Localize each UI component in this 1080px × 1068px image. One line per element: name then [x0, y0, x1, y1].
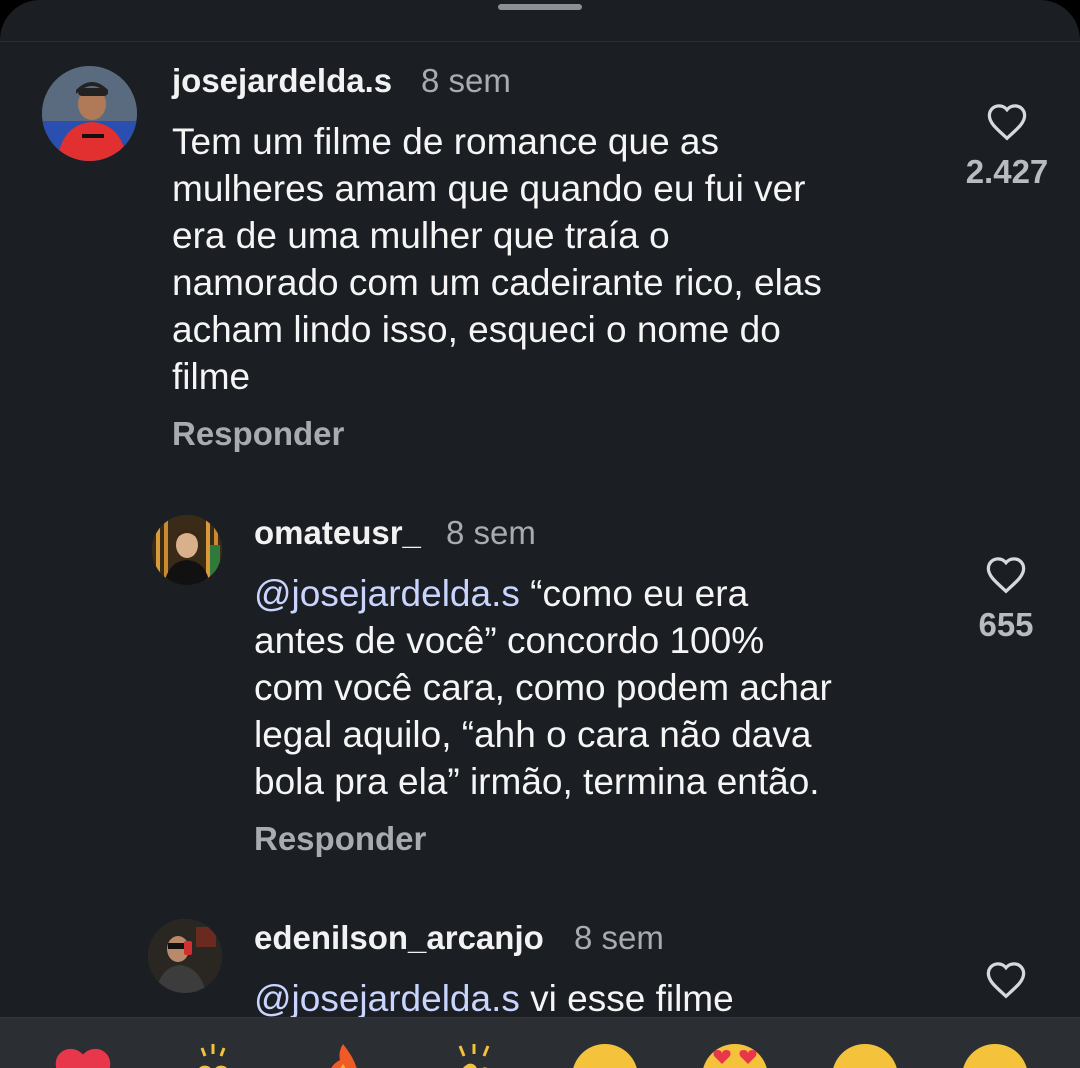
smiling-face-icon[interactable]: [572, 1044, 638, 1068]
reply-button[interactable]: Responder: [254, 820, 426, 858]
mention-link[interactable]: @josejardelda.s: [254, 978, 520, 1019]
comment-time: 8 sem: [421, 62, 511, 99]
reply-button[interactable]: Responder: [172, 415, 344, 453]
comment-username[interactable]: josejardelda.s: [172, 62, 392, 100]
heart-eyes-icon: [713, 1050, 757, 1064]
comment-text-line: legal aquilo, “ahh o cara não dava: [254, 714, 812, 755]
raising-hands-icon[interactable]: [180, 1042, 246, 1068]
red-heart-icon[interactable]: [48, 1042, 118, 1068]
mention-link[interactable]: @josejardelda.s: [254, 573, 520, 614]
comment-text: Tem um filme de romance que as mulheres …: [172, 118, 932, 400]
comment-text-line: filme: [172, 356, 251, 397]
avatar-image: [148, 919, 222, 993]
comment-text-line: namorado com um cadeirante rico, elas: [172, 262, 822, 303]
like-count: 655: [978, 606, 1034, 643]
comment-time: 8 sem: [574, 919, 664, 956]
like-control: 2.427: [952, 101, 1062, 191]
comment-text-fragment: vi esse filme: [519, 978, 734, 1019]
like-control: [951, 959, 1061, 999]
like-count: 2.427: [965, 153, 1049, 190]
grinning-face-icon[interactable]: [832, 1044, 898, 1068]
avatar[interactable]: [42, 66, 137, 161]
comment-username[interactable]: omateusr_: [254, 514, 421, 552]
avatar-image: [152, 515, 222, 585]
header-divider: [0, 41, 1080, 42]
like-control: 655: [951, 554, 1061, 644]
fire-icon[interactable]: [318, 1042, 368, 1068]
heart-icon[interactable]: [984, 554, 1028, 594]
comment-text-line: era de uma mulher que traía o: [172, 215, 670, 256]
comment-username[interactable]: edenilson_arcanjo: [254, 919, 544, 957]
comment-text-fragment: “como eu era: [519, 573, 749, 614]
comment-text-line: Tem um filme de romance que as: [172, 121, 720, 162]
comment-text-line: @josejardelda.s “como eu era: [254, 570, 954, 617]
comment-text-line: @josejardelda.s vi esse filme: [254, 975, 954, 1022]
avatar[interactable]: [152, 515, 222, 585]
comment-time: 8 sem: [446, 514, 536, 551]
comment-text: @josejardelda.s vi esse filme: [254, 975, 954, 1022]
comments-sheet: josejardelda.s 8 sem Tem um filme de rom…: [0, 0, 1080, 1068]
heart-eyes-face-icon[interactable]: [702, 1044, 768, 1068]
comment-text-line: bola pra ela” irmão, termina então.: [254, 761, 820, 802]
drag-handle[interactable]: [498, 4, 582, 10]
comment-text-line: antes de você” concordo 100%: [254, 620, 765, 661]
heart-icon[interactable]: [985, 101, 1029, 141]
emoji-reaction-bar: [0, 1017, 1080, 1068]
avatar[interactable]: [148, 919, 222, 993]
comment-text-line: com você cara, como podem achar: [254, 667, 832, 708]
laughing-face-icon[interactable]: [962, 1044, 1028, 1068]
clapping-hands-icon[interactable]: [440, 1042, 506, 1068]
comment-text-line: mulheres amam que quando eu fui ver: [172, 168, 806, 209]
comment-text-line: acham lindo isso, esqueci o nome do: [172, 309, 781, 350]
comment-text: @josejardelda.s “como eu era antes de vo…: [254, 570, 954, 805]
avatar-image: [42, 66, 137, 161]
heart-icon[interactable]: [984, 959, 1028, 999]
